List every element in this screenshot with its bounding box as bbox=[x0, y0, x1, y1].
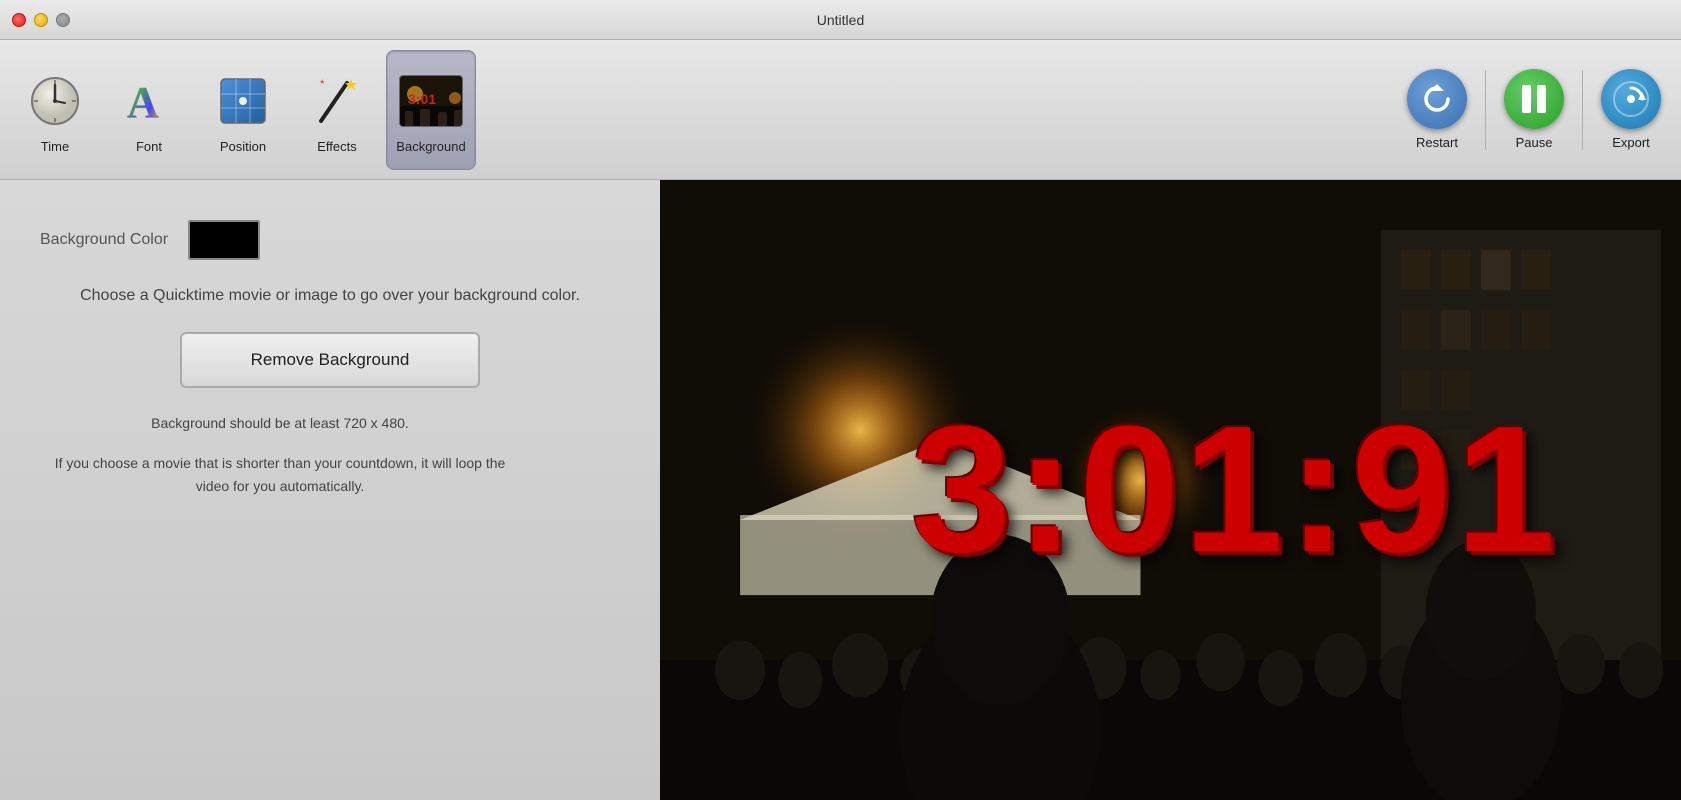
time-icon-area bbox=[23, 69, 87, 133]
restart-action: Restart bbox=[1407, 69, 1467, 150]
position-icon-area bbox=[211, 69, 275, 133]
font-label: Font bbox=[136, 139, 162, 154]
svg-text:A: A bbox=[127, 78, 159, 127]
toolbar-item-time[interactable]: Time bbox=[10, 50, 100, 170]
countdown-display: 3:01:91 bbox=[911, 400, 1559, 580]
window-title: Untitled bbox=[817, 12, 864, 28]
pause-button[interactable] bbox=[1504, 69, 1564, 129]
font-icon-area: A bbox=[117, 69, 181, 133]
bg-color-label: Background Color bbox=[40, 231, 168, 249]
effects-icon-area bbox=[305, 69, 369, 133]
toolbar-left: Time A Font bbox=[10, 50, 476, 170]
restart-button[interactable] bbox=[1407, 69, 1467, 129]
toolbar-item-effects[interactable]: Effects bbox=[292, 50, 382, 170]
close-button[interactable] bbox=[12, 13, 26, 27]
export-label: Export bbox=[1612, 135, 1650, 150]
background-thumbnail: 3:01 bbox=[399, 75, 463, 127]
toolbar: Time A Font bbox=[0, 40, 1681, 180]
hint-block: Background should be at least 720 x 480.… bbox=[40, 412, 620, 497]
remove-background-button[interactable]: Remove Background bbox=[180, 332, 480, 388]
video-scene: 3:01:91 bbox=[660, 180, 1681, 800]
pause-label: Pause bbox=[1516, 135, 1553, 150]
time-label: Time bbox=[41, 139, 69, 154]
minimize-button[interactable] bbox=[34, 13, 48, 27]
hint-text-1: Background should be at least 720 x 480. bbox=[40, 412, 520, 434]
color-swatch[interactable] bbox=[188, 220, 260, 260]
toolbar-actions: Restart Pause Export bbox=[1407, 69, 1661, 150]
left-panel: Background Color Choose a Quicktime movi… bbox=[0, 180, 660, 800]
toolbar-divider-1 bbox=[1485, 70, 1486, 150]
font-icon: A bbox=[123, 75, 175, 127]
svg-text:3:01: 3:01 bbox=[408, 91, 436, 107]
toolbar-divider-2 bbox=[1582, 70, 1583, 150]
main-content: Background Color Choose a Quicktime movi… bbox=[0, 180, 1681, 800]
position-label: Position bbox=[220, 139, 266, 154]
export-icon bbox=[1612, 80, 1650, 118]
pause-action: Pause bbox=[1504, 69, 1564, 150]
clock-icon bbox=[29, 75, 81, 127]
toolbar-item-position[interactable]: Position bbox=[198, 50, 288, 170]
bg-color-row: Background Color bbox=[40, 220, 620, 260]
window-controls bbox=[0, 13, 70, 27]
pause-icon bbox=[1520, 83, 1548, 115]
effects-icon bbox=[311, 75, 363, 127]
background-label: Background bbox=[396, 139, 465, 154]
background-icon-area: 3:01 bbox=[399, 69, 463, 133]
export-button[interactable] bbox=[1601, 69, 1661, 129]
restart-icon bbox=[1420, 82, 1454, 116]
hint-text-2: If you choose a movie that is shorter th… bbox=[40, 452, 520, 497]
export-action: Export bbox=[1601, 69, 1661, 150]
toolbar-item-background[interactable]: 3:01 Background bbox=[386, 50, 476, 170]
maximize-button[interactable] bbox=[56, 13, 70, 27]
titlebar: Untitled bbox=[0, 0, 1681, 40]
toolbar-item-font[interactable]: A Font bbox=[104, 50, 194, 170]
right-panel: 3:01:91 bbox=[660, 180, 1681, 800]
restart-label: Restart bbox=[1416, 135, 1458, 150]
position-icon bbox=[217, 75, 269, 127]
effects-label: Effects bbox=[317, 139, 357, 154]
choose-text: Choose a Quicktime movie or image to go … bbox=[80, 284, 580, 308]
